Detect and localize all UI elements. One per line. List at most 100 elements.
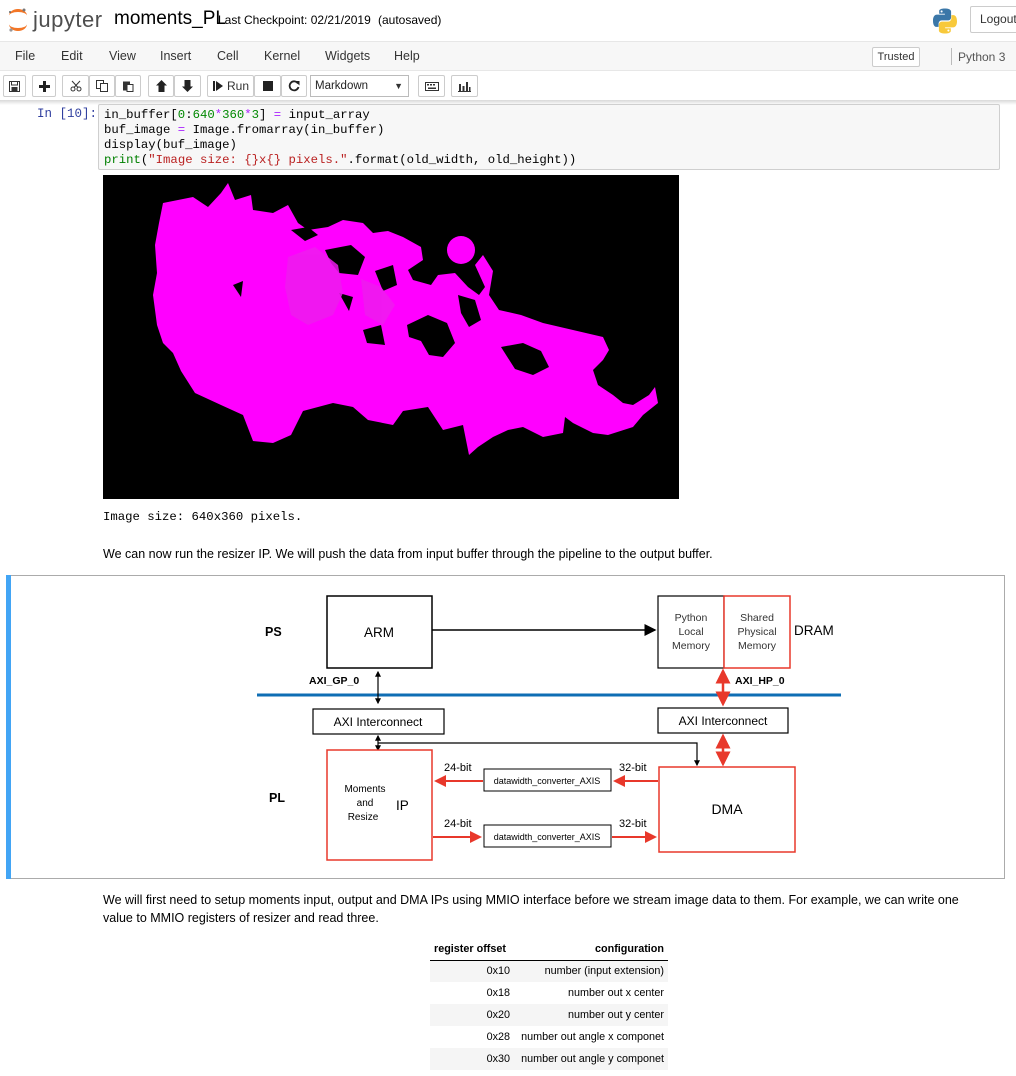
python-memory-line: Memory [672, 640, 711, 652]
menu-kernel[interactable]: Kernel [264, 49, 300, 63]
chevron-down-icon: ▼ [394, 81, 403, 91]
table-row: 0x18 number out x center [430, 982, 668, 1004]
moments-ip-line: Resize [348, 812, 379, 823]
table-header-row: register offset configuration [430, 938, 668, 961]
moments-ip-block [326, 749, 433, 861]
markdown-paragraph: We can now run the resizer IP. We will p… [103, 547, 713, 561]
ip-label: IP [396, 798, 409, 813]
keyboard-icon [424, 81, 439, 91]
axi-hp-label: AXI_HP_0 [735, 675, 785, 687]
last-checkpoint: Last Checkpoint: 02/21/2019 [218, 13, 371, 27]
save-button[interactable] [3, 75, 26, 97]
converter-label: datawidth_converter_AXIS [494, 776, 601, 786]
command-palette-button[interactable] [418, 75, 445, 97]
moments-ip-line: Moments [344, 784, 385, 795]
markdown-paragraph: We will first need to setup moments inpu… [103, 893, 959, 925]
menu-file[interactable]: File [15, 49, 35, 63]
cell-type-select[interactable]: Markdown ▼ [310, 75, 409, 97]
move-down-button[interactable] [174, 75, 201, 97]
code-line: display(buf_image) [104, 138, 237, 152]
menu-insert[interactable]: Insert [160, 49, 191, 63]
register-table: register offset configuration 0x10 numbe… [430, 938, 668, 1070]
table-row: 0x10 number (input extension) [430, 960, 668, 982]
copy-button[interactable] [89, 75, 115, 97]
shared-memory-line: Physical [737, 626, 776, 638]
code-line: print("Image size: {}x{} pixels.".format… [104, 153, 577, 167]
bit-width-label: 32-bit [619, 762, 647, 774]
jupyter-logo-text: jupyter [33, 7, 103, 32]
dma-label: DMA [711, 801, 743, 817]
run-button-label: Run [227, 79, 250, 93]
logout-button[interactable]: Logout [970, 6, 1016, 33]
selected-markdown-cell[interactable]: PS PL ARM Python Local Memory Shared Phy… [6, 575, 1005, 879]
menu-edit[interactable]: Edit [61, 49, 83, 63]
shared-memory-line: Memory [738, 640, 777, 652]
kernel-name[interactable]: Python 3 [958, 50, 1005, 64]
output-image [103, 175, 679, 499]
bit-width-label: 24-bit [444, 762, 472, 774]
register-configuration: number out y center [514, 1004, 668, 1026]
converter-label: datawidth_converter_AXIS [494, 832, 601, 842]
menu-help[interactable]: Help [394, 49, 420, 63]
output-stream: Image size: 640x360 pixels. [103, 510, 303, 524]
notebook-name[interactable]: moments_PL [114, 8, 226, 30]
menu-view[interactable]: View [109, 49, 136, 63]
arrow-up-icon [155, 80, 167, 92]
trusted-indicator[interactable]: Trusted [872, 47, 920, 67]
python-memory-line: Local [678, 626, 703, 638]
run-button[interactable]: Run [207, 75, 254, 97]
code-line: buf_image = Image.fromarray(in_buffer) [104, 123, 385, 137]
code-input-area[interactable]: in_buffer[0:640*360*3] = input_array buf… [98, 104, 1000, 170]
input-prompt: In [10]: [37, 107, 98, 121]
cell-type-value: Markdown [315, 80, 369, 92]
scissors-icon [70, 80, 81, 92]
insert-cell-button[interactable] [32, 75, 56, 97]
register-offset: 0x20 [430, 1004, 514, 1026]
restart-button[interactable] [281, 75, 307, 97]
axi-gp-label: AXI_GP_0 [309, 675, 359, 687]
register-configuration: number out x center [567, 987, 664, 999]
stop-icon [262, 81, 273, 91]
jupyter-logo-icon [9, 8, 27, 32]
autosave-status: (autosaved) [378, 13, 442, 27]
menu-cell[interactable]: Cell [217, 49, 239, 63]
pl-label: PL [269, 791, 285, 805]
move-up-button[interactable] [148, 75, 174, 97]
cut-button[interactable] [62, 75, 89, 97]
step-forward-icon [213, 81, 223, 91]
menu-widgets[interactable]: Widgets [325, 49, 370, 63]
jupyter-logo[interactable]: jupyter [7, 6, 103, 34]
table-header: configuration [514, 938, 668, 961]
shared-memory-line: Shared [740, 612, 774, 624]
arm-label: ARM [364, 625, 394, 640]
axi-interconnect-label: AXI Interconnect [334, 715, 423, 729]
register-configuration: number out angle x componet [521, 1031, 664, 1043]
moments-ip-line: and [357, 798, 374, 809]
bit-width-label: 32-bit [619, 818, 647, 830]
code-line: in_buffer[0:640*360*3] = input_array [104, 108, 370, 122]
menu-bar: File Edit View Insert Cell Kernel Widget… [0, 41, 1016, 71]
ps-label: PS [265, 625, 282, 639]
bit-width-label: 24-bit [444, 818, 472, 830]
dram-label: DRAM [794, 623, 834, 638]
copy-icon [96, 80, 108, 92]
paste-icon [123, 81, 134, 92]
restart-icon [288, 80, 300, 92]
pipeline-diagram: PS PL ARM Python Local Memory Shared Phy… [257, 595, 841, 861]
save-icon [9, 80, 20, 92]
arrow-down-icon [182, 80, 193, 92]
table-row: 0x28 number out angle x componet [430, 1026, 668, 1048]
resource-usage-button[interactable] [451, 75, 478, 97]
toolbar: Run Markdown ▼ [0, 73, 1016, 100]
table-row: 0x30 number out angle y componet [430, 1048, 668, 1070]
register-configuration: number out angle y componet [514, 1048, 668, 1070]
register-offset: 0x10 [430, 960, 514, 982]
kernel-separator [951, 48, 952, 65]
interrupt-button[interactable] [254, 75, 281, 97]
register-offset: 0x30 [430, 1048, 514, 1070]
paste-button[interactable] [115, 75, 141, 97]
plus-icon [38, 80, 50, 92]
register-offset: 0x18 [486, 987, 510, 999]
python-memory-line: Python [675, 612, 708, 624]
register-configuration: number (input extension) [514, 960, 668, 982]
